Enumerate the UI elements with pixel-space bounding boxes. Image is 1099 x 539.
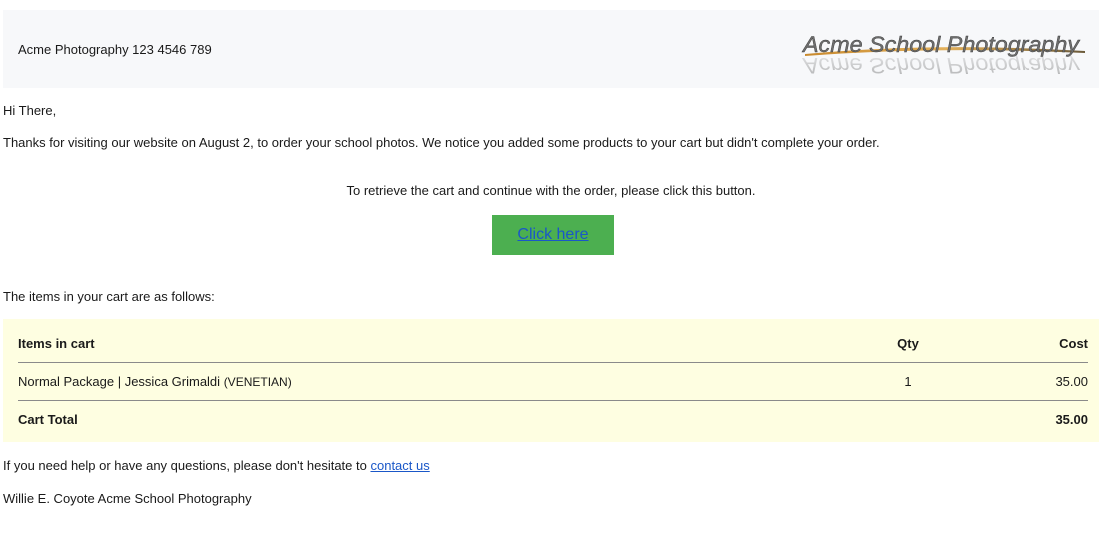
cart-total-label: Cart Total (18, 399, 848, 438)
cart-item-qty: 1 (848, 361, 968, 400)
signature: Willie E. Coyote Acme School Photography (3, 491, 252, 506)
cart-table: Items in cart Qty Cost Normal Package | … (18, 319, 1088, 438)
click-here-link[interactable]: Click here (517, 226, 588, 244)
email-header: Acme Photography 123 4546 789 Acme Schoo… (3, 10, 1099, 88)
help-text: If you need help or have any questions, … (3, 458, 367, 473)
header-contact: Acme Photography 123 4546 789 (18, 41, 212, 57)
column-header-items: Items in cart (18, 335, 95, 351)
table-row: Normal Package | Jessica Grimaldi (VENET… (18, 361, 1088, 400)
cart-header-row: Items in cart Qty Cost (18, 319, 1088, 362)
intro-paragraph: Thanks for visiting our website on Augus… (3, 135, 880, 150)
column-header-qty: Qty (897, 335, 919, 351)
cart-total-row: Cart Total 35.00 (18, 399, 1088, 438)
cart-item-variant: (VENETIAN) (223, 374, 292, 389)
items-intro: The items in your cart are as follows: (3, 289, 215, 304)
cart-item-name: Normal Package | Jessica Grimaldi (18, 373, 221, 389)
cart-item-cell: Normal Package | Jessica Grimaldi (VENET… (18, 361, 848, 400)
click-here-button[interactable]: Click here (492, 215, 614, 255)
cart-total-qty-empty (848, 399, 968, 438)
retrieve-instructions: To retrieve the cart and continue with t… (346, 183, 756, 198)
greeting: Hi There, (3, 103, 57, 118)
logo-graphic: Acme School Photography Acme School Phot… (801, 32, 1085, 78)
contact-us-link[interactable]: contact us (370, 458, 429, 473)
company-logo: Acme School Photography Acme School Phot… (795, 20, 1087, 78)
help-paragraph: If you need help or have any questions, … (3, 458, 430, 473)
cart-total-value: 35.00 (968, 399, 1088, 438)
logo-reflection: Acme School Photography (801, 53, 1081, 78)
cart-item-cost: 35.00 (968, 361, 1088, 400)
cart-summary: Items in cart Qty Cost Normal Package | … (3, 319, 1099, 442)
column-header-cost: Cost (1059, 335, 1088, 351)
